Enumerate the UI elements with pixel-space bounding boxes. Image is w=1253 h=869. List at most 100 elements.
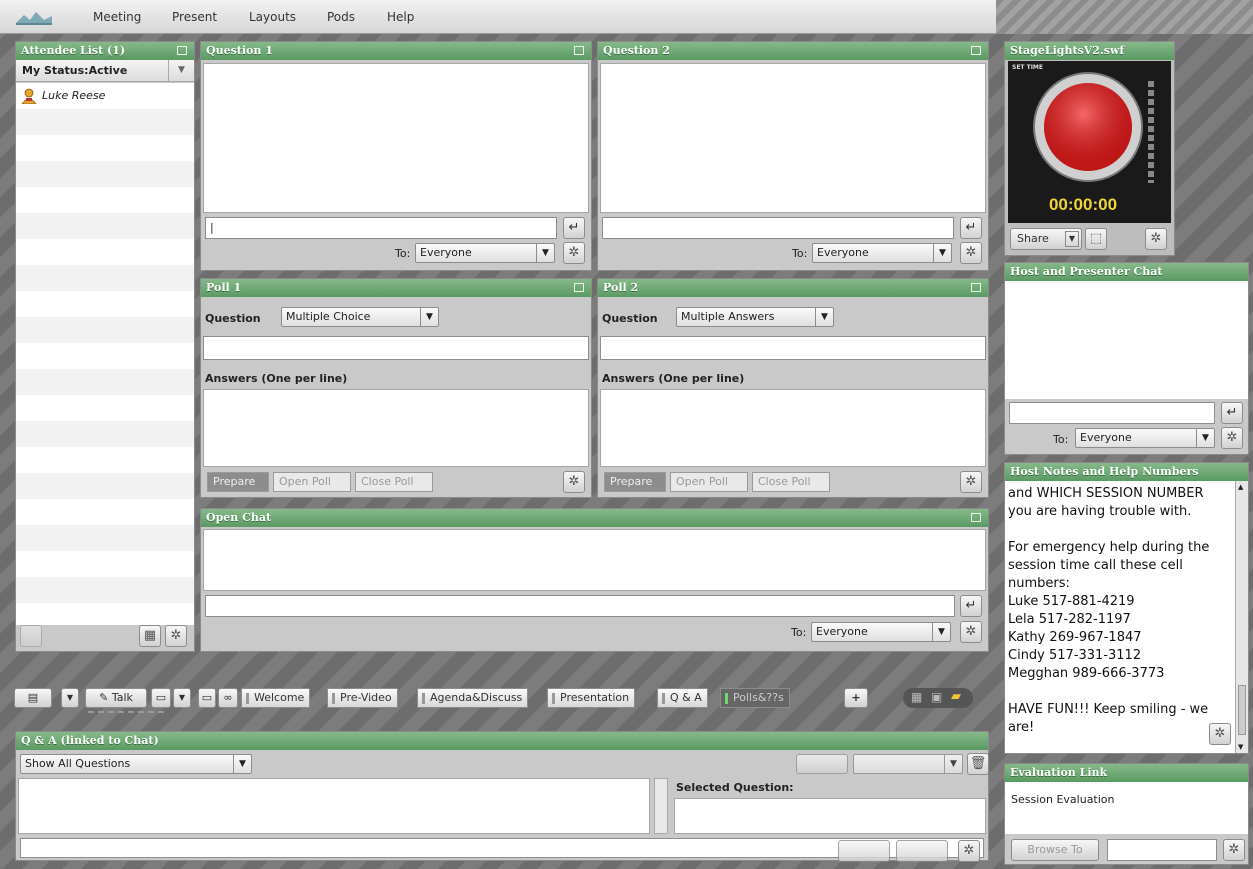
gear-icon[interactable]: ✲ xyxy=(960,471,982,493)
scrollbar[interactable]: ▲ ▼ xyxy=(1235,481,1248,753)
pod-title: Poll 2 xyxy=(598,279,988,297)
chevron-down-icon[interactable]: ▼ xyxy=(61,688,79,708)
gear-icon[interactable]: ✲ xyxy=(958,840,980,862)
tab-welcome[interactable]: Welcome xyxy=(241,688,311,708)
gear-icon[interactable]: ✲ xyxy=(1223,839,1245,861)
qa-action-button-2[interactable] xyxy=(896,840,948,862)
recipient-select[interactable]: Everyone ▼ xyxy=(811,622,951,642)
chevron-down-icon[interactable]: ▼ xyxy=(1238,743,1243,751)
add-layout-button[interactable]: + xyxy=(844,688,868,708)
handshake-icon[interactable]: ∞ xyxy=(218,688,238,708)
maximize-icon[interactable] xyxy=(574,46,584,55)
host-chat-input[interactable] xyxy=(1009,402,1215,424)
list-item xyxy=(16,265,194,291)
menu-help[interactable]: Help xyxy=(387,10,414,24)
evaluation-content: Session Evaluation xyxy=(1005,782,1248,834)
gear-icon[interactable]: ✲ xyxy=(960,242,982,264)
gear-icon[interactable]: ✲ xyxy=(563,242,585,264)
list-item xyxy=(16,395,194,421)
tab-presentation[interactable]: Presentation xyxy=(547,688,636,708)
poll2-title: Poll 2 xyxy=(603,281,639,294)
url-input[interactable] xyxy=(1107,839,1217,861)
enter-icon[interactable]: ↵ xyxy=(960,217,982,239)
grid-view-icon[interactable]: ▦ xyxy=(139,625,161,647)
question-filter-select[interactable]: Show All Questions ▼ xyxy=(20,754,252,774)
set-time-label[interactable]: SET TIME xyxy=(1012,64,1043,71)
trash-icon[interactable]: 🗑 xyxy=(967,753,988,775)
open-poll-button[interactable]: Open Poll xyxy=(670,472,748,492)
question2-input[interactable] xyxy=(602,217,954,239)
tab-label: Agenda&Discuss xyxy=(430,691,523,704)
maximize-icon[interactable] xyxy=(177,46,187,55)
qa-action-button-1[interactable] xyxy=(838,840,890,862)
presenter-view-icon[interactable]: ▣ xyxy=(931,690,942,704)
pod-title: Attendee List (1) xyxy=(16,42,194,60)
maximize-icon[interactable] xyxy=(971,283,981,292)
raise-hand-button[interactable] xyxy=(20,625,42,647)
poll2-answers-input[interactable] xyxy=(600,389,986,467)
chevron-up-icon[interactable]: ▲ xyxy=(1238,483,1243,491)
grid-icon[interactable]: ▦ xyxy=(911,690,922,704)
enter-icon[interactable]: ↵ xyxy=(960,595,982,617)
enter-icon[interactable]: ↵ xyxy=(563,217,585,239)
share-button[interactable]: Share ▼ xyxy=(1010,228,1082,250)
prepare-button[interactable]: Prepare xyxy=(207,472,269,492)
close-poll-button[interactable]: Close Poll xyxy=(355,472,433,492)
answers-label: Answers (One per line) xyxy=(602,372,745,385)
scrollbar[interactable] xyxy=(654,778,668,834)
browse-to-button[interactable]: Browse To xyxy=(1011,839,1099,861)
session-evaluation-link[interactable]: Session Evaluation xyxy=(1011,793,1115,806)
pointer-icon[interactable]: ⬚ xyxy=(1085,228,1107,250)
webcam-icon[interactable]: ▭ xyxy=(198,688,216,708)
poll-type-select[interactable]: Multiple Choice ▼ xyxy=(281,307,439,327)
poll1-question-input[interactable] xyxy=(203,336,589,360)
recipient-select[interactable]: Everyone ▼ xyxy=(812,243,952,263)
maximize-icon[interactable] xyxy=(574,283,584,292)
tab-pre-video[interactable]: Pre-Video xyxy=(327,688,398,708)
gear-icon[interactable]: ✲ xyxy=(960,621,982,643)
menu-meeting[interactable]: Meeting xyxy=(93,10,141,24)
app-logo-icon[interactable] xyxy=(14,7,54,27)
question-list[interactable] xyxy=(18,778,650,834)
gear-icon[interactable]: ✲ xyxy=(1209,723,1231,745)
assign-select[interactable]: ▼ xyxy=(853,754,963,774)
list-item[interactable]: Luke Reese xyxy=(16,83,194,109)
send-to-button[interactable] xyxy=(796,754,848,774)
menu-pods[interactable]: Pods xyxy=(327,10,355,24)
open-poll-button[interactable]: Open Poll xyxy=(273,472,351,492)
stagelights-pod: StageLightsV2.swf SET TIME 00:00:00 Shar… xyxy=(1004,41,1175,256)
gear-icon[interactable]: ✲ xyxy=(1145,228,1167,250)
gear-icon[interactable]: ✲ xyxy=(563,471,585,493)
scrollbar-thumb[interactable] xyxy=(1238,685,1246,735)
gear-icon[interactable]: ✲ xyxy=(1221,427,1243,449)
poll-type-select[interactable]: Multiple Answers ▼ xyxy=(676,307,834,327)
prepare-button[interactable]: Prepare xyxy=(604,472,666,492)
tab-agenda-discuss[interactable]: Agenda&Discuss xyxy=(417,688,529,708)
open-chat-input[interactable] xyxy=(205,595,955,617)
question1-input[interactable]: | xyxy=(205,217,557,239)
close-poll-button[interactable]: Close Poll xyxy=(752,472,830,492)
layout-bar-icon[interactable]: ▰ xyxy=(951,689,961,704)
camera-icon[interactable]: ▭ xyxy=(151,688,171,708)
selected-question-area xyxy=(674,798,986,834)
poll1-answers-input[interactable] xyxy=(203,389,589,467)
notes-content: and WHICH SESSION NUMBER you are having … xyxy=(1005,481,1235,753)
gear-icon[interactable]: ✲ xyxy=(165,625,187,647)
maximize-icon[interactable] xyxy=(971,46,981,55)
recipient-select[interactable]: Everyone ▼ xyxy=(1075,428,1215,448)
poll2-question-input[interactable] xyxy=(600,336,986,360)
maximize-icon[interactable] xyxy=(971,513,981,522)
talk-button[interactable]: ✎ Talk xyxy=(85,688,147,708)
list-item xyxy=(16,291,194,317)
chevron-down-icon[interactable]: ▼ xyxy=(168,60,194,81)
menu-present[interactable]: Present xyxy=(172,10,217,24)
share-my-screen-icon[interactable]: ▤ xyxy=(14,688,52,708)
my-status-select[interactable]: My Status:Active ▼ xyxy=(16,60,194,82)
menu-layouts[interactable]: Layouts xyxy=(249,10,296,24)
recipient-select[interactable]: Everyone ▼ xyxy=(415,243,555,263)
tab-polls[interactable]: Polls&??s xyxy=(720,688,790,708)
enter-icon[interactable]: ↵ xyxy=(1221,402,1243,424)
pod-title: StageLightsV2.swf xyxy=(1005,42,1174,60)
tab-q-and-a[interactable]: Q & A xyxy=(657,688,708,708)
chevron-down-icon[interactable]: ▼ xyxy=(173,688,191,708)
